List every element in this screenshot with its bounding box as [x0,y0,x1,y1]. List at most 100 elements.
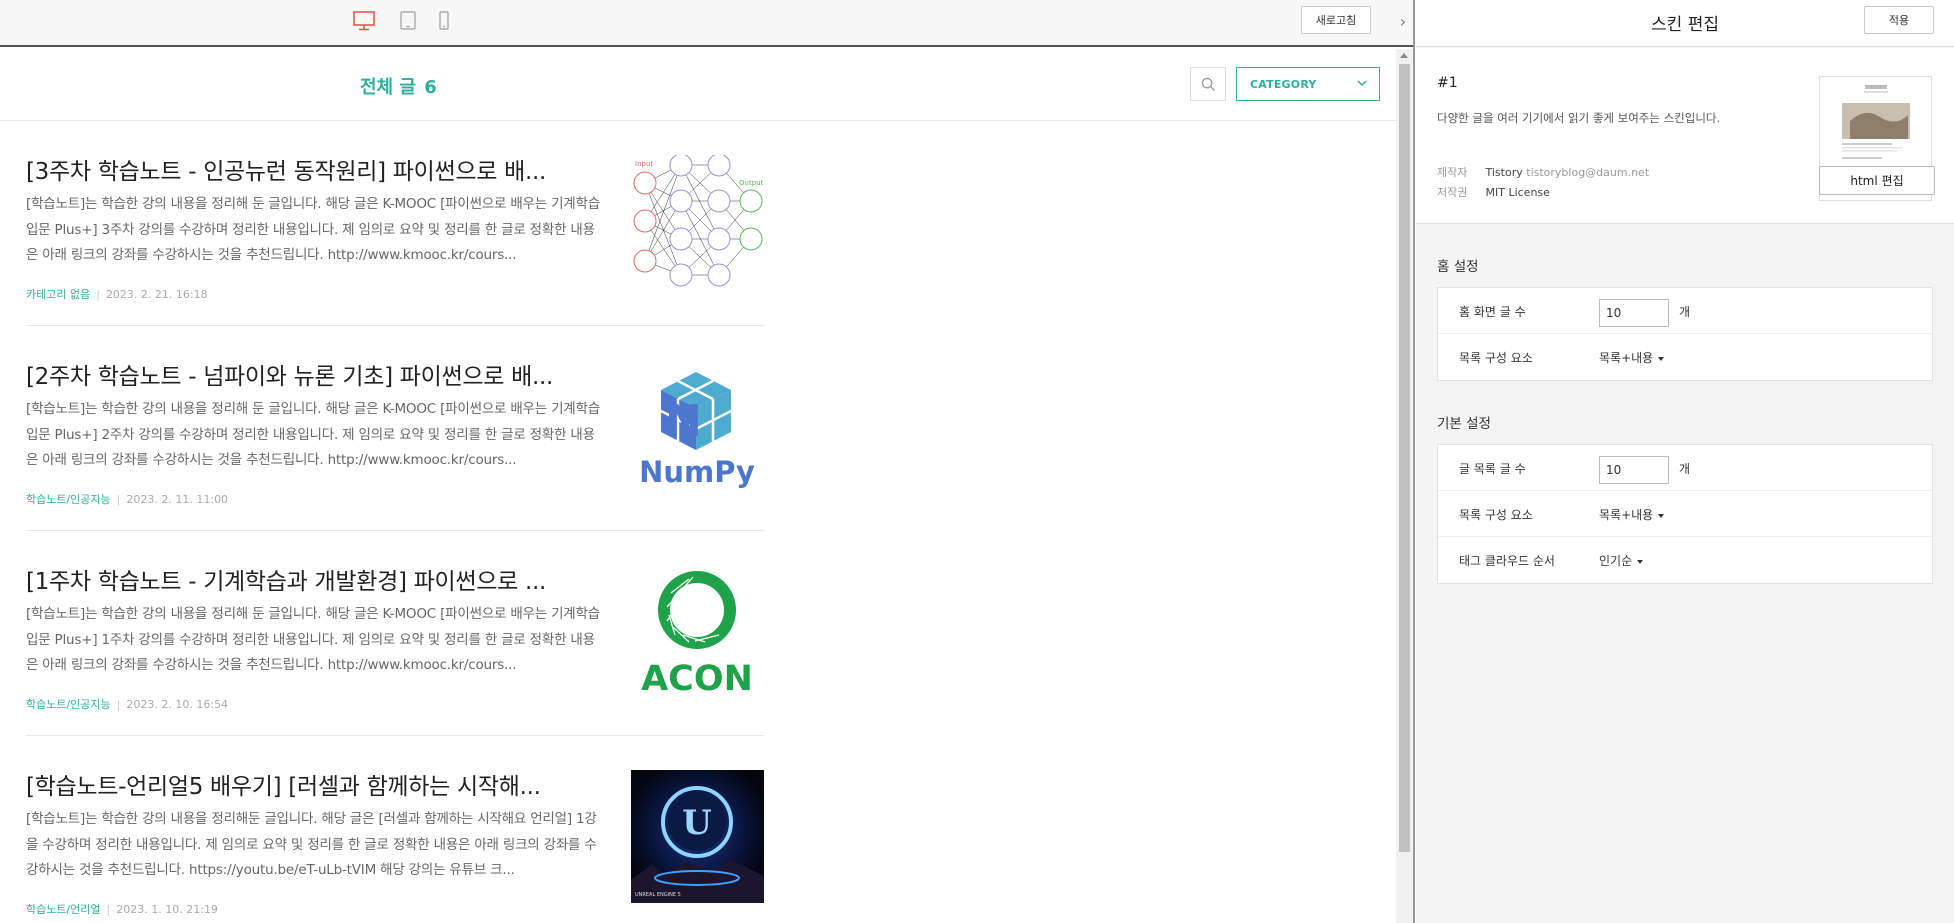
acon-logo-text: ACON [641,659,753,698]
author-key: 제작자 [1437,166,1468,179]
scrollbar-thumb[interactable] [1399,64,1410,852]
chevron-down-icon [1357,80,1367,87]
basic-settings-box: 글 목록 글 수 개 목록 구성 요소 목록+내용 태그 클라우드 순서 인기순 [1437,444,1933,584]
acon-logo: ACON [631,565,764,698]
total-posts-text: 전체 글 [360,77,416,98]
post-category[interactable]: 학습노트/인공지능 [26,698,111,711]
tag-cloud-order-dropdown[interactable]: 인기순 [1599,552,1644,569]
search-icon [1201,77,1215,91]
dropdown-value: 목록+내용 [1599,351,1654,365]
post-thumbnail[interactable]: N NumPy [631,360,764,493]
skin-edit-panel: 스킨 편집 적용 #1 다양한 글을 여러 기기에서 읽기 좋게 보여주는 스킨… [1416,0,1954,923]
post-thumbnail[interactable]: ACON [631,565,764,698]
license-value: MIT License [1485,186,1550,199]
license-key: 저작권 [1437,186,1468,199]
post-category[interactable]: 학습노트/인공지능 [26,493,111,506]
caret-down-icon [1658,513,1665,518]
blog-preview: 전체 글 6 CATEGORY [3주차 학습노트 - 인공뉴런 동작원리] 파… [0,49,1396,923]
preview-scrollbar[interactable] [1396,49,1413,923]
unreal-logo-text: UNREAL ENGINE 5 [635,892,681,898]
total-posts-label: 전체 글 6 [360,73,437,99]
post-title[interactable]: [2주차 학습노트 - 넘파이와 뉴론 기초] 파이썬으로 배... [26,357,606,391]
numpy-logo-text: NumPy [639,455,755,489]
skin-preview-area: 새로고침 › 전체 글 6 CATEGORY [3주차 학습노트 - 인공뉴런 … [0,0,1413,923]
desktop-monitor-icon[interactable] [352,10,376,32]
home-list-component-dropdown[interactable]: 목록+내용 [1599,349,1665,366]
list-component-dropdown[interactable]: 목록+내용 [1599,506,1665,523]
search-button[interactable] [1190,67,1226,101]
author-name: Tistory [1485,166,1523,179]
post-list-item[interactable]: [3주차 학습노트 - 인공뉴런 동작원리] 파이썬으로 배... [학습노트]… [26,121,764,326]
panel-header: 스킨 편집 적용 [1416,0,1954,47]
post-date: 2023. 2. 11. 11:00 [126,493,229,506]
basic-settings-title: 기본 설정 [1437,416,1491,432]
setting-label: 목록 구성 요소 [1459,351,1533,365]
neural-network-diagram: Input Output [631,155,764,288]
post-excerpt: [학습노트]는 학습한 강의 내용을 정리해 둔 글입니다. 해당 글은 K-M… [26,196,600,263]
caret-down-icon [1637,559,1644,564]
svg-text:N: N [665,396,702,447]
preview-toolbar: 새로고침 › [0,0,1413,47]
skin-description: 다양한 글을 여러 기기에서 읽기 좋게 보여주는 스킨입니다. [1437,111,1721,125]
post-title[interactable]: [학습노트-언리얼5 배우기] [러셀과 함께하는 시작해... [26,767,606,801]
post-excerpt: [학습노트]는 학습한 강의 내용을 정리해둔 글입니다. 해당 글은 [러셀과… [26,811,597,878]
dropdown-value: 인기순 [1599,554,1633,568]
post-list-item[interactable]: [1주차 학습노트 - 기계학습과 개발환경] 파이썬으로 ... [학습노트]… [26,531,764,736]
chevron-right-icon[interactable]: › [1394,8,1412,34]
post-list-item[interactable]: [2주차 학습노트 - 넘파이와 뉴론 기초] 파이썬으로 배... [학습노트… [26,326,764,531]
post-date: 2023. 1. 10. 21:19 [116,903,218,916]
post-meta: 학습노트/인공지능 | 2023. 2. 10. 16:54 [26,698,229,711]
html-edit-button[interactable]: html 편집 [1819,166,1935,195]
svg-text:U: U [682,803,712,843]
setting-label: 태그 클라우드 순서 [1459,554,1555,568]
setting-unit: 개 [1679,305,1691,319]
scroll-up-arrow-icon[interactable] [1400,53,1408,58]
post-meta: 학습노트/언리얼 | 2023. 1. 10. 21:19 [26,903,218,916]
skin-license-row: 저작권 MIT License [1437,184,1550,200]
tag-cloud-order-row: 태그 클라우드 순서 인기순 [1438,537,1932,583]
list-post-count-input[interactable] [1599,456,1669,484]
list-component-row: 목록 구성 요소 목록+내용 [1438,491,1932,537]
home-settings-title: 홈 설정 [1437,259,1479,275]
refresh-button[interactable]: 새로고침 [1301,6,1371,34]
unreal-engine-logo: U UNREAL ENGINE 5 [631,770,764,903]
post-title[interactable]: [3주차 학습노트 - 인공뉴런 동작원리] 파이썬으로 배... [26,152,606,186]
post-excerpt: [학습노트]는 학습한 강의 내용을 정리해 둔 글입니다. 해당 글은 K-M… [26,401,600,468]
setting-label: 홈 화면 글 수 [1459,305,1526,319]
skin-info-card: #1 다양한 글을 여러 기기에서 읽기 좋게 보여주는 스킨입니다. 제작자 … [1416,48,1954,224]
post-meta: 카테고리 없음 | 2023. 2. 21. 16:18 [26,288,208,301]
post-excerpt: [학습노트]는 학습한 강의 내용을 정리해 둔 글입니다. 해당 글은 K-M… [26,606,600,673]
post-thumbnail[interactable]: Input Output [631,155,764,288]
dropdown-value: 목록+내용 [1599,508,1654,522]
skin-number: #1 [1437,75,1458,91]
home-list-component-row: 목록 구성 요소 목록+내용 [1438,334,1932,380]
caret-down-icon [1658,356,1665,361]
diagram-input-label: Input [635,160,653,168]
home-post-count-input[interactable] [1599,299,1669,327]
apply-button[interactable]: 적용 [1864,6,1934,34]
diagram-output-label: Output [739,179,764,187]
post-meta: 학습노트/인공지능 | 2023. 2. 11. 11:00 [26,493,229,506]
tablet-icon[interactable] [396,10,420,32]
post-title[interactable]: [1주차 학습노트 - 기계학습과 개발환경] 파이썬으로 ... [26,562,606,596]
post-category[interactable]: 카테고리 없음 [26,288,90,301]
mobile-phone-icon[interactable] [432,10,456,32]
post-category[interactable]: 학습노트/언리얼 [26,903,101,916]
blog-list-header: 전체 글 6 CATEGORY [0,49,1396,121]
post-date: 2023. 2. 21. 16:18 [105,288,208,301]
setting-label: 목록 구성 요소 [1459,508,1533,522]
panel-divider[interactable] [1413,0,1415,923]
category-select[interactable]: CATEGORY [1236,67,1380,101]
numpy-logo: N NumPy [631,360,764,493]
home-post-count-row: 홈 화면 글 수 개 [1438,288,1932,334]
skin-author-row: 제작자 Tistory tistoryblog@daum.net [1437,164,1649,180]
home-settings-box: 홈 화면 글 수 개 목록 구성 요소 목록+내용 [1437,287,1933,381]
list-post-count-row: 글 목록 글 수 개 [1438,445,1932,491]
category-select-label: CATEGORY [1250,77,1317,91]
setting-unit: 개 [1679,462,1691,476]
setting-label: 글 목록 글 수 [1459,462,1526,476]
post-list-item[interactable]: [학습노트-언리얼5 배우기] [러셀과 함께하는 시작해... [학습노트]는… [26,736,764,923]
post-thumbnail[interactable]: U UNREAL ENGINE 5 [631,770,764,903]
author-email: tistoryblog@daum.net [1526,166,1650,179]
total-posts-count: 6 [424,77,437,98]
